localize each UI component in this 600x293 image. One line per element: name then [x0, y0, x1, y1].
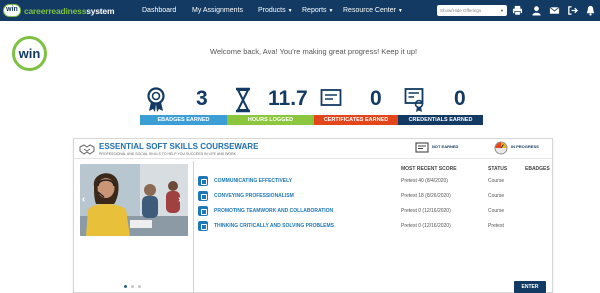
stat-ebadges: 3 EBADGES EARNED: [140, 83, 227, 125]
hourglass-icon: [236, 87, 250, 113]
speech-bubble-icon: [198, 176, 208, 186]
user-icon[interactable]: [531, 5, 542, 16]
stat-certificates: 0 CERTIFICATES EARNED: [314, 83, 398, 125]
win-badge-icon: win: [3, 4, 21, 17]
bell-icon[interactable]: [585, 5, 596, 16]
module-score: Pretest 18 (8/26/2020): [401, 193, 451, 199]
course-image-carousel[interactable]: ‹ ›: [80, 164, 188, 236]
column-header-score: MOST RECENT SCORE: [401, 166, 457, 172]
courseware-subtitle: PROFESSIONAL AND SOCIAL SKILLS TO HELP Y…: [99, 152, 236, 156]
teamwork-icon: [198, 206, 208, 216]
module-row[interactable]: THINKING CRITICALLY AND SOLVING PROBLEMS…: [198, 221, 550, 233]
credential-icon: [404, 88, 424, 112]
column-header-ebadges: EBADGES: [525, 166, 550, 172]
column-header-status: STATUS: [488, 166, 508, 172]
badge-ribbon-icon: [147, 87, 165, 112]
module-status: Pretest: [488, 223, 504, 229]
nav-reports[interactable]: Reports ▼: [302, 0, 333, 21]
stat-hours-value: 11.7: [268, 87, 308, 110]
not-earned-certificate-icon: [415, 142, 429, 153]
mail-icon[interactable]: [549, 5, 560, 16]
nav-my-assignments[interactable]: My Assignments: [192, 0, 243, 21]
legend-not-earned: NOT EARNED: [432, 144, 459, 149]
top-nav-bar: win careerreadinesssystem Dashboard My A…: [0, 0, 600, 21]
chevron-down-icon: ▼: [500, 8, 504, 13]
module-title[interactable]: CONVEYING PROFESSIONALISM: [214, 193, 294, 199]
carousel-prev-button[interactable]: ‹: [82, 194, 85, 205]
nav-resource-center[interactable]: Resource Center ▼: [343, 0, 403, 21]
nav-dashboard[interactable]: Dashboard: [142, 0, 176, 21]
courseware-panel: ESSENTIAL SOFT SKILLS COURSEWARE PROFESS…: [73, 138, 553, 293]
module-row[interactable]: CONVEYING PROFESSIONALISM Pretest 18 (8/…: [198, 191, 550, 203]
module-status: Course: [488, 193, 505, 199]
stat-ebadges-value: 3: [196, 87, 208, 110]
module-score: Pretest 40 (8/4/2020): [401, 178, 448, 184]
certificate-icon: [320, 89, 342, 106]
lightbulb-icon: [198, 221, 208, 231]
module-row[interactable]: PROMOTING TEAMWORK AND COLLABORATION Pre…: [198, 206, 550, 218]
module-status: Course: [488, 208, 505, 214]
stat-hours-label: HOURS LOGGED: [227, 115, 314, 125]
brand-prefix: careerreadiness: [24, 5, 87, 16]
handshake-icon: [79, 144, 95, 155]
nav-products[interactable]: Products ▼: [258, 0, 293, 21]
stat-credentials: 0 CREDENTIALS EARNED: [398, 83, 483, 125]
professional-icon: [198, 191, 208, 201]
brand-logo[interactable]: win careerreadinesssystem: [3, 3, 115, 18]
module-score: Pretest 0 (12/16/2020): [401, 208, 451, 214]
enter-button[interactable]: ENTER: [514, 281, 546, 293]
stat-credentials-label: CREDENTIALS EARNED: [398, 115, 483, 125]
carousel-dot[interactable]: [124, 285, 127, 288]
stat-ebadges-label: EBADGES EARNED: [140, 115, 227, 125]
stat-certificates-value: 0: [370, 87, 382, 110]
brand-suffix: system: [86, 5, 115, 16]
carousel-dot[interactable]: [138, 285, 141, 288]
module-status: Course: [488, 178, 505, 184]
courseware-title: ESSENTIAL SOFT SKILLS COURSEWARE: [99, 142, 259, 151]
chevron-down-icon: ▼: [328, 8, 334, 14]
courseware-header: ESSENTIAL SOFT SKILLS COURSEWARE PROFESS…: [74, 139, 552, 159]
carousel-next-button[interactable]: ›: [178, 194, 181, 205]
win-logo: win: [12, 36, 47, 71]
stat-hours: 11.7 HOURS LOGGED: [227, 83, 314, 125]
chevron-down-icon: ▼: [287, 8, 293, 14]
carousel-dot[interactable]: [131, 285, 134, 288]
module-row[interactable]: COMMUNICATING EFFECTIVELY Pretest 40 (8/…: [198, 176, 550, 188]
stat-certificates-label: CERTIFICATES EARNED: [314, 115, 398, 125]
module-score: Pretest 0 (12/16/2020): [401, 223, 451, 229]
module-title[interactable]: PROMOTING TEAMWORK AND COLLABORATION: [214, 208, 333, 214]
module-title[interactable]: COMMUNICATING EFFECTIVELY: [214, 178, 292, 184]
call-center-photo: [80, 164, 188, 236]
legend-in-progress: IN PROGRESS: [511, 144, 539, 149]
chevron-down-icon: ▼: [397, 8, 403, 14]
offerings-dropdown[interactable]: Show/Hide Offerings ▼: [437, 5, 507, 16]
welcome-message: Welcome back, Ava! You're making great p…: [210, 47, 418, 56]
print-icon[interactable]: [512, 5, 523, 16]
carousel-dots: [124, 285, 141, 288]
module-title[interactable]: THINKING CRITICALLY AND SOLVING PROBLEMS: [214, 223, 334, 229]
logout-icon[interactable]: [567, 5, 578, 16]
stat-credentials-value: 0: [454, 87, 466, 110]
in-progress-gauge-icon: [494, 141, 508, 155]
panel-divider: [193, 161, 194, 293]
